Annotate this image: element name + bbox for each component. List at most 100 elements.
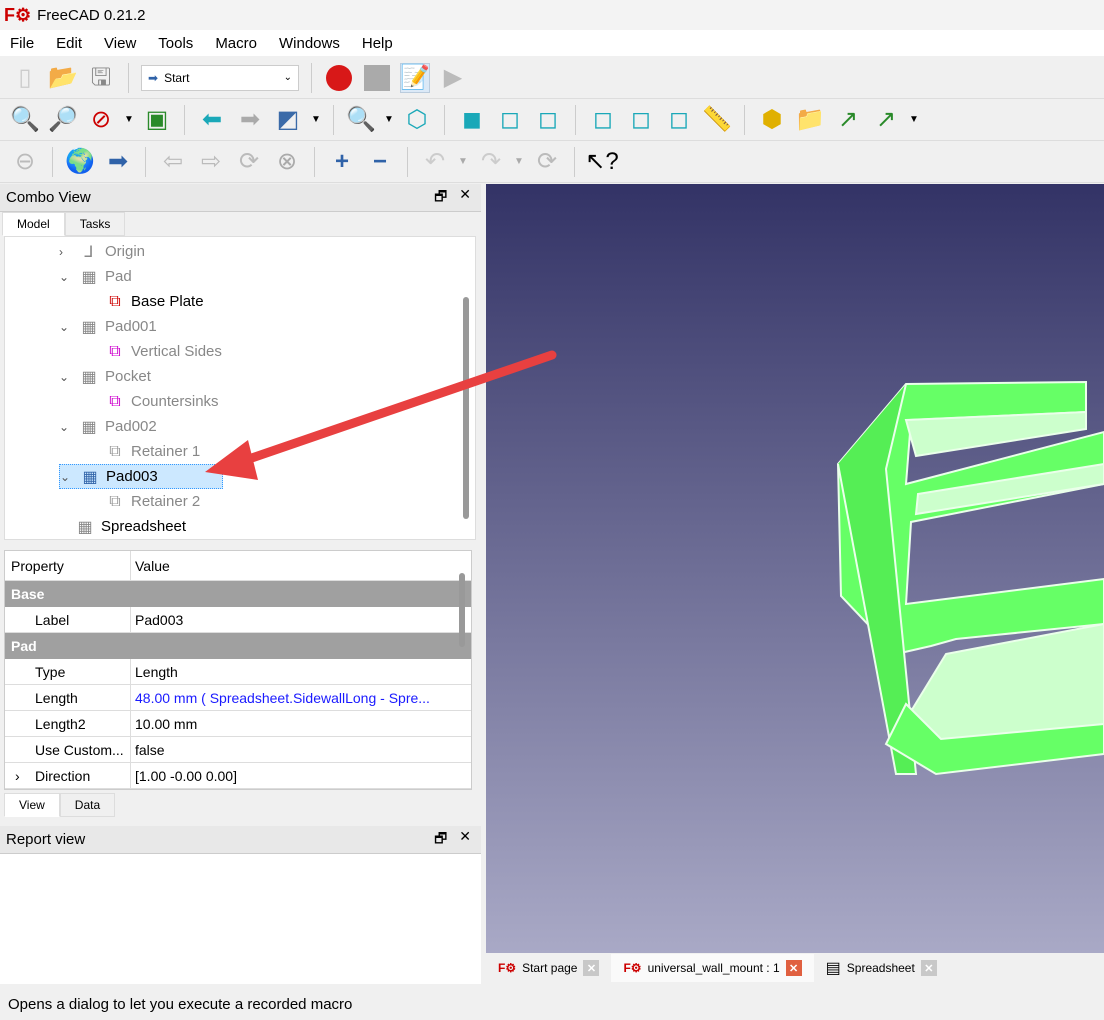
bounding-box-icon[interactable]: ▣ bbox=[142, 105, 172, 135]
close-icon[interactable]: ✕ bbox=[459, 186, 471, 210]
view-right-icon[interactable]: ◻ bbox=[533, 105, 563, 135]
expand-chevron-icon[interactable]: ⌄ bbox=[60, 470, 74, 484]
redo-icon[interactable]: ↷ bbox=[476, 147, 506, 177]
chevron-down-icon[interactable]: ▼ bbox=[458, 156, 468, 167]
view-front-icon[interactable]: ◼ bbox=[457, 105, 487, 135]
property-row[interactable]: Use Custom... false bbox=[5, 737, 471, 763]
menu-macro[interactable]: Macro bbox=[205, 35, 269, 52]
tree-scrollbar[interactable] bbox=[463, 297, 469, 519]
chevron-down-icon[interactable]: ▼ bbox=[384, 114, 394, 125]
chevron-down-icon[interactable]: ▼ bbox=[311, 114, 321, 125]
tree-item[interactable]: ⌄ ▦ Pad001 bbox=[59, 314, 157, 339]
view-rear-icon[interactable]: ◻ bbox=[588, 105, 618, 135]
menu-view[interactable]: View bbox=[94, 35, 148, 52]
float-icon[interactable]: 🗗 bbox=[434, 828, 447, 852]
property-row[interactable]: Length2 10.00 mm bbox=[5, 711, 471, 737]
back-icon[interactable]: ⬅ bbox=[197, 105, 227, 135]
property-group[interactable]: Pad bbox=[5, 633, 471, 659]
property-row[interactable]: › Direction [1.00 -0.00 0.00] bbox=[5, 763, 471, 789]
expand-chevron-icon[interactable]: › bbox=[59, 245, 73, 259]
property-row[interactable]: Length 48.00 mm ( Spreadsheet.SidewallLon… bbox=[5, 685, 471, 711]
link-actions-icon[interactable]: ↗ bbox=[871, 105, 901, 135]
stop-macro-icon[interactable] bbox=[362, 63, 392, 93]
undo-icon[interactable]: ↶ bbox=[420, 147, 450, 177]
tab-tasks[interactable]: Tasks bbox=[64, 212, 126, 236]
zoom-out-icon[interactable]: − bbox=[365, 147, 395, 177]
fit-selection-icon[interactable]: 🔎 bbox=[48, 105, 78, 135]
doc-tab[interactable]: F⚙ universal_wall_mount : 1 ✕ bbox=[611, 954, 814, 982]
expand-chevron-icon[interactable]: › bbox=[15, 768, 20, 784]
doc-tab[interactable]: F⚙ Start page ✕ bbox=[486, 954, 612, 982]
url-bar-icon[interactable]: ⊖ bbox=[10, 147, 40, 177]
menu-windows[interactable]: Windows bbox=[269, 35, 352, 52]
zoom-in-icon[interactable]: + bbox=[327, 147, 357, 177]
property-value[interactable]: 10.00 mm bbox=[131, 716, 197, 732]
tree-item[interactable]: ⌄ ▦ Pocket bbox=[59, 364, 151, 389]
web-back-icon[interactable]: ⇦ bbox=[158, 147, 188, 177]
save-file-icon[interactable]: 🖫 bbox=[86, 63, 116, 93]
props-scrollbar[interactable] bbox=[459, 573, 465, 647]
view-left-icon[interactable]: ◻ bbox=[664, 105, 694, 135]
property-value[interactable]: [1.00 -0.00 0.00] bbox=[131, 768, 237, 784]
web-forward-icon[interactable]: ⇨ bbox=[196, 147, 226, 177]
link-icon[interactable]: ↗ bbox=[833, 105, 863, 135]
run-macro-icon[interactable]: ▶ bbox=[438, 63, 468, 93]
property-value[interactable]: Pad003 bbox=[131, 612, 183, 628]
tree-item[interactable]: ⌄ ▦ Pad002 bbox=[59, 414, 157, 439]
forward-icon[interactable]: ➡ bbox=[235, 105, 265, 135]
3d-view[interactable] bbox=[486, 184, 1104, 953]
stop-icon[interactable]: ⊗ bbox=[272, 147, 302, 177]
tab-model[interactable]: Model bbox=[2, 212, 65, 236]
chevron-down-icon[interactable]: ▼ bbox=[124, 114, 134, 125]
expand-chevron-icon[interactable]: ⌄ bbox=[59, 420, 73, 434]
expand-chevron-icon[interactable]: ⌄ bbox=[59, 370, 73, 384]
workbench-selector[interactable]: ➡ Start ⌄ bbox=[141, 64, 299, 91]
new-file-icon[interactable]: ▯ bbox=[10, 63, 40, 93]
recompute-icon[interactable]: ⟳ bbox=[532, 147, 562, 177]
isometric-icon[interactable]: ⬡ bbox=[402, 105, 432, 135]
float-icon[interactable]: 🗗 bbox=[434, 186, 447, 210]
property-value[interactable]: Length bbox=[131, 664, 178, 680]
create-part-icon[interactable]: ⬢ bbox=[757, 105, 787, 135]
tree-item[interactable]: ⧉ Retainer 2 bbox=[85, 489, 200, 514]
tree-item[interactable]: ⧉ Retainer 1 bbox=[85, 439, 200, 464]
property-row[interactable]: Label Pad003 bbox=[5, 607, 471, 633]
tree-item[interactable]: ⧉ Vertical Sides bbox=[85, 339, 222, 364]
whats-this-icon[interactable]: ↖? bbox=[585, 147, 618, 177]
tree-item[interactable]: › ⅃ Origin bbox=[59, 239, 145, 264]
tab-view[interactable]: View bbox=[4, 793, 60, 817]
web-icon[interactable]: 🌍 bbox=[65, 147, 95, 177]
close-icon[interactable]: ✕ bbox=[920, 960, 937, 976]
create-group-icon[interactable]: 📁 bbox=[795, 105, 825, 135]
doc-tab[interactable]: ▤ Spreadsheet ✕ bbox=[813, 954, 949, 982]
open-file-icon[interactable]: 📂 bbox=[48, 63, 78, 93]
property-value[interactable]: 48.00 mm ( Spreadsheet.SidewallLong - Sp… bbox=[131, 690, 430, 706]
tree-item[interactable]: ▦ Spreadsheet bbox=[55, 514, 186, 539]
property-group[interactable]: Base bbox=[5, 581, 471, 607]
menu-tools[interactable]: Tools bbox=[148, 35, 205, 52]
tree-item[interactable]: ⧉ Countersinks bbox=[85, 389, 218, 414]
draw-style-icon[interactable]: ⊘ bbox=[86, 105, 116, 135]
expand-chevron-icon[interactable]: ⌄ bbox=[59, 270, 73, 284]
menu-help[interactable]: Help bbox=[352, 35, 405, 52]
refresh-icon[interactable]: ⟳ bbox=[234, 147, 264, 177]
macro-editor-icon[interactable]: 📝 bbox=[400, 62, 430, 93]
std-views-icon[interactable]: 🔍 bbox=[346, 105, 376, 135]
measure-icon[interactable]: 📏 bbox=[702, 105, 732, 135]
property-value[interactable]: false bbox=[131, 742, 165, 758]
close-icon[interactable]: ✕ bbox=[785, 960, 802, 976]
close-icon[interactable]: ✕ bbox=[459, 828, 471, 852]
chevron-down-icon[interactable]: ▼ bbox=[909, 114, 919, 125]
close-icon[interactable]: ✕ bbox=[583, 960, 600, 976]
view-top-icon[interactable]: ◻ bbox=[495, 105, 525, 135]
expand-chevron-icon[interactable]: ⌄ bbox=[59, 320, 73, 334]
property-row[interactable]: Type Length bbox=[5, 659, 471, 685]
chevron-down-icon[interactable]: ▼ bbox=[514, 156, 524, 167]
tree-item[interactable]: ⧉ Base Plate bbox=[85, 289, 203, 314]
go-icon[interactable]: ➡ bbox=[103, 147, 133, 177]
tab-data[interactable]: Data bbox=[59, 793, 116, 817]
fit-all-icon[interactable]: 🔍 bbox=[10, 105, 40, 135]
tree-item[interactable]: ⌄ ▦ Pad bbox=[59, 264, 132, 289]
record-macro-icon[interactable] bbox=[324, 63, 354, 93]
menu-file[interactable]: File bbox=[0, 35, 46, 52]
